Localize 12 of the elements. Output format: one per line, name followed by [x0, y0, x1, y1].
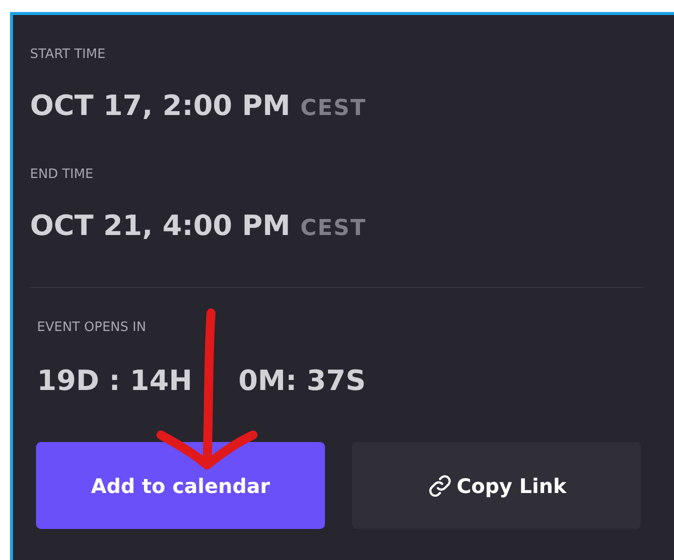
time-value: OCT 17, 2:00 PM	[30, 91, 290, 121]
time-label: START TIME	[30, 47, 106, 63]
timezone: CEST	[300, 216, 366, 241]
time-value: OCT 21, 4:00 PM	[30, 211, 290, 241]
countdown-label: EVENT OPENS IN	[37, 320, 148, 336]
link-icon	[426, 472, 453, 498]
timezone: CEST	[300, 96, 366, 121]
countdown-value: 0M: 37S	[238, 366, 366, 396]
countdown-value: 19D : 14H	[37, 366, 192, 396]
copy-link-button[interactable]: Copy Link	[352, 442, 641, 529]
add-to-calendar-button[interactable]: Add to calendar	[36, 442, 325, 529]
time-label: END TIME	[30, 167, 94, 183]
